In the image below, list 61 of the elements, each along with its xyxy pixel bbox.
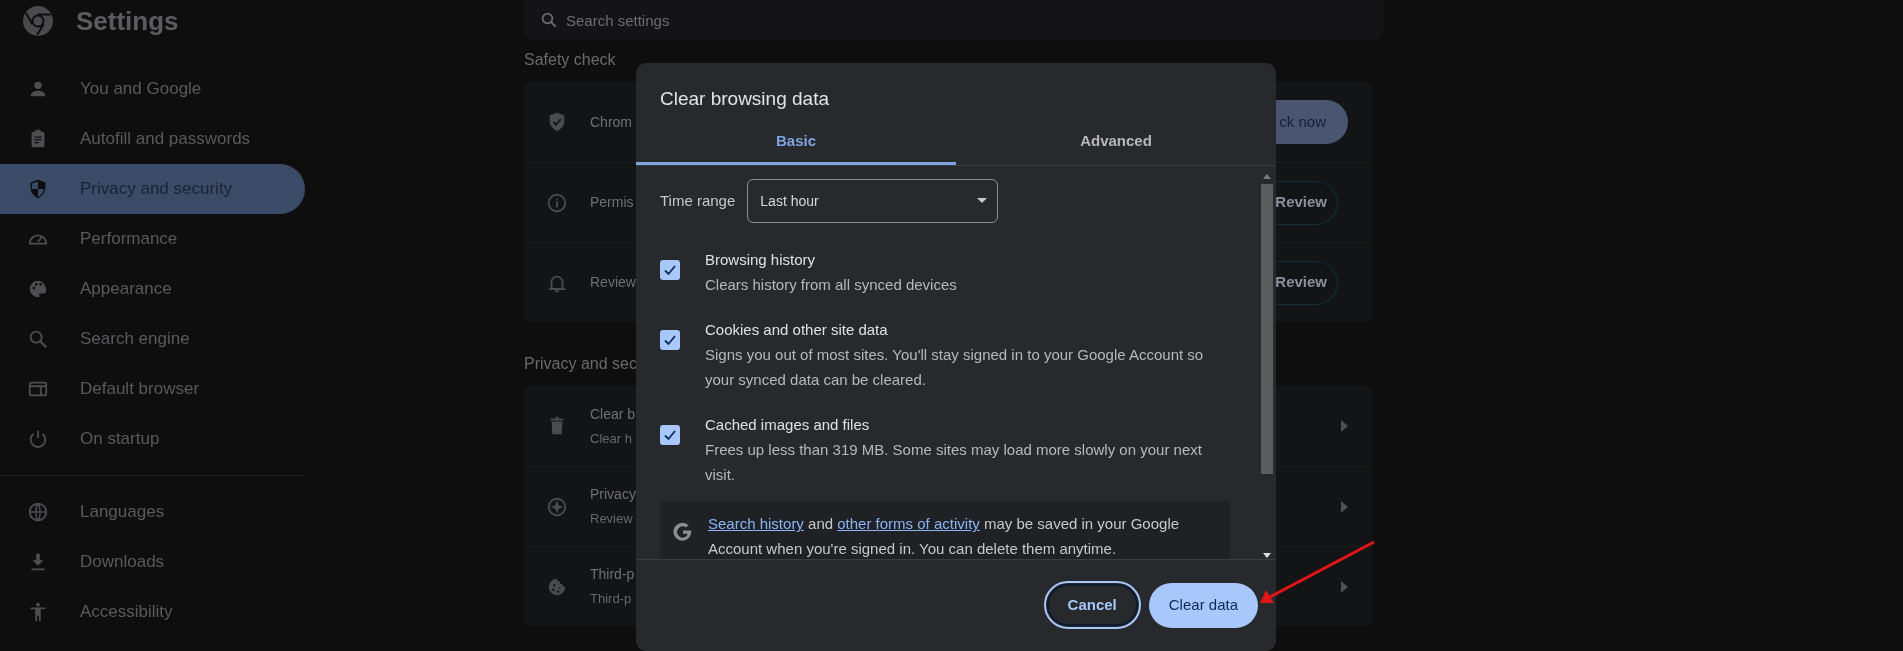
chevron-right-icon: [1341, 500, 1348, 513]
caret-icon: [977, 198, 988, 205]
option-title: Cookies and other site data: [705, 320, 889, 341]
search-icon: [27, 328, 49, 350]
sidebar-item[interactable]: Accessibility: [0, 587, 305, 637]
option-title: Browsing history: [705, 250, 817, 271]
cancel-button[interactable]: Cancel: [1043, 581, 1141, 630]
option-description: Frees up less than 319 MB. Some sites may load more slowly on your next visit.: [705, 440, 1203, 486]
section-heading: Safety check: [524, 50, 616, 70]
sidebar-item[interactable]: Downloads: [0, 537, 305, 587]
option-description: Signs you out of most sites. You'll stay signed in to your Google Account so your synced data can be cleared.: [705, 345, 1205, 391]
checkmark-icon: [663, 263, 677, 278]
row-title: Permis: [590, 193, 634, 212]
search-field[interactable]: Search settings: [524, 0, 1384, 40]
sidebar-item[interactable]: Languages: [0, 487, 305, 537]
google-g-icon: [672, 521, 694, 544]
row-title: Clear b: [590, 404, 636, 424]
power-icon: [27, 428, 49, 450]
row-subtitle: Clear h: [590, 429, 632, 448]
row-title: Chrom: [590, 112, 632, 132]
globe-icon: [27, 501, 49, 523]
dialog-tab[interactable]: Basic: [636, 119, 956, 166]
app-title: Settings: [76, 4, 179, 38]
notice-link[interactable]: Search history: [708, 515, 804, 533]
search-icon: [540, 11, 558, 29]
sidebar-item[interactable]: Appearance: [0, 264, 305, 314]
browser-logo-icon: [22, 5, 54, 37]
row-title: Review: [590, 273, 636, 292]
checkbox[interactable]: [660, 425, 680, 446]
checkmark-icon: [663, 428, 677, 443]
scrollbar-thumb[interactable]: [1261, 184, 1273, 475]
chevron-right-icon: [1341, 420, 1348, 432]
notice-text: Search history and other forms of activity may be saved in your Google Account when you're signed in. You can delete them anytime.: [708, 514, 1181, 559]
option-description: Clears history from all synced devices: [705, 275, 958, 296]
scroll-down-arrow-icon[interactable]: [1262, 552, 1272, 559]
time-range-dropdown[interactable]: Last hour: [747, 179, 999, 224]
section-heading: Privacy and sec: [524, 354, 637, 374]
sidebar-item[interactable]: Autofill and passwords: [0, 114, 305, 164]
notice-link[interactable]: other forms of activity: [837, 515, 980, 533]
sidebar-item[interactable]: On startup: [0, 414, 305, 464]
checkmark-icon: [663, 333, 677, 348]
option-title: Cached images and files: [705, 415, 871, 436]
chevron-right-icon: [1341, 580, 1348, 593]
sidebar-item[interactable]: Search engine: [0, 314, 305, 364]
checkbox[interactable]: [660, 260, 680, 281]
row-title: Privacy: [590, 485, 636, 505]
row-subtitle: Review: [590, 510, 633, 529]
row-subtitle: Third-p: [590, 590, 632, 609]
sidebar-item[interactable]: Default browser: [0, 364, 305, 414]
row-title: Third-p: [590, 565, 635, 585]
compass-icon: [546, 495, 568, 518]
scroll-up-arrow-icon[interactable]: [1262, 172, 1272, 181]
palette-icon: [27, 278, 49, 300]
time-range-label: Time range: [660, 191, 736, 212]
checkbox[interactable]: [660, 330, 680, 351]
dialog-title: Clear browsing data: [659, 87, 830, 111]
dialog-tab[interactable]: Advanced: [956, 119, 1276, 166]
clear-data-button[interactable]: Clear data: [1148, 582, 1258, 628]
info-icon: [546, 191, 568, 214]
sidebar-item[interactable]: Performance: [0, 214, 305, 264]
sidebar-item[interactable]: You and Google: [0, 64, 305, 114]
